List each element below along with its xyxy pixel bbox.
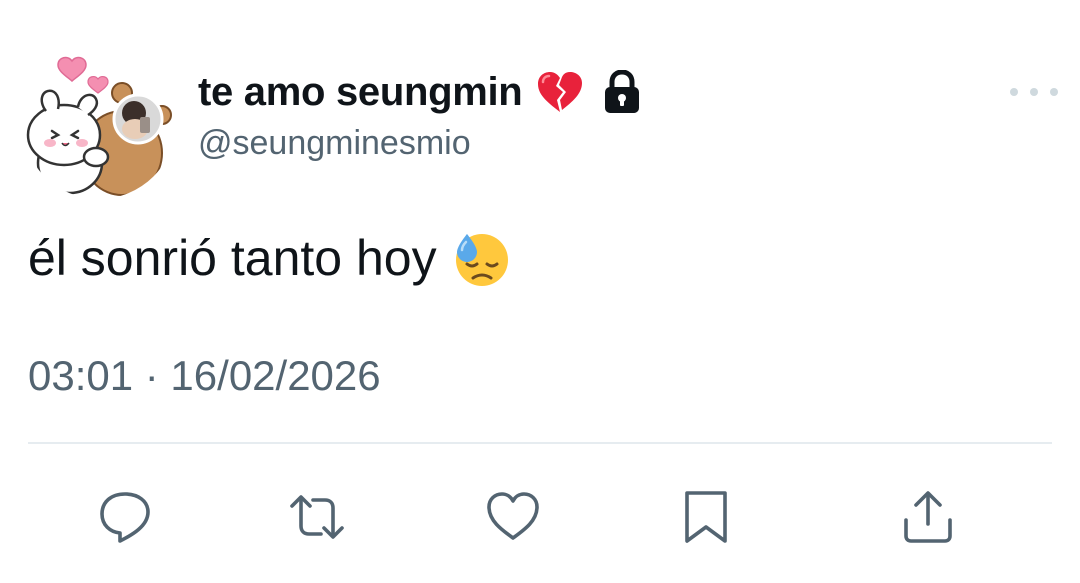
more-dot-icon bbox=[1050, 88, 1058, 96]
tweet-timestamp[interactable]: 03:01 · 16/02/2026 bbox=[28, 352, 381, 400]
avatar[interactable] bbox=[22, 45, 176, 199]
retweet-button[interactable] bbox=[286, 486, 348, 548]
heart-outline-icon bbox=[487, 492, 539, 540]
retweet-icon bbox=[290, 495, 344, 539]
author-handle[interactable]: @seungminesmio bbox=[198, 124, 471, 163]
author-name-row: te amo seungmin bbox=[198, 62, 642, 122]
reply-icon bbox=[100, 492, 150, 543]
downcast-face-with-sweat-icon bbox=[455, 234, 508, 286]
share-icon bbox=[904, 491, 952, 543]
reply-button[interactable] bbox=[94, 486, 156, 548]
tweet-text-content: él sonrió tanto hoy bbox=[28, 230, 437, 286]
display-name[interactable]: te amo seungmin bbox=[198, 70, 523, 115]
more-dot-icon bbox=[1030, 88, 1038, 96]
more-options-button[interactable] bbox=[1010, 82, 1058, 102]
more-dot-icon bbox=[1010, 88, 1018, 96]
divider bbox=[28, 442, 1052, 444]
broken-heart-icon bbox=[538, 72, 583, 112]
bookmark-button[interactable] bbox=[675, 486, 737, 548]
lock-icon bbox=[605, 70, 640, 113]
bookmark-icon bbox=[685, 491, 727, 543]
tweet-text: él sonrió tanto hoy bbox=[28, 218, 509, 298]
share-button[interactable] bbox=[897, 486, 959, 548]
like-button[interactable] bbox=[482, 486, 544, 548]
